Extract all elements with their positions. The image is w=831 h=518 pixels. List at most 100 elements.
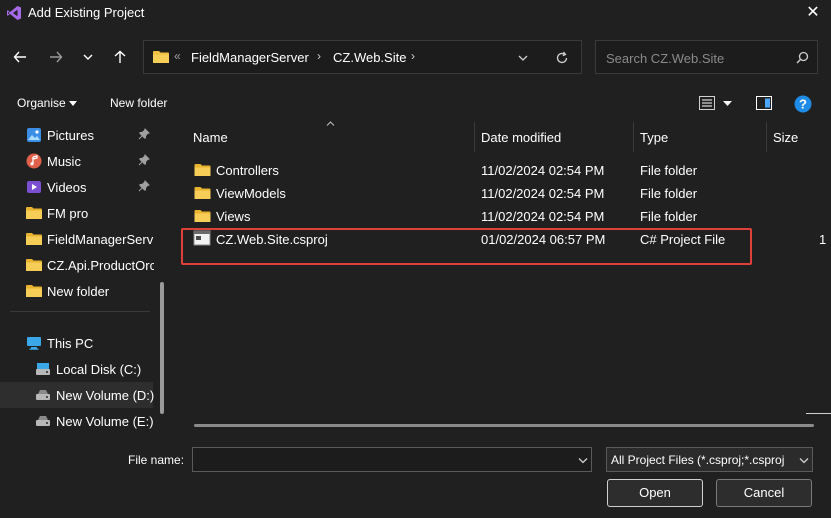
sidebar-item-label: New Volume (E:) bbox=[56, 414, 154, 429]
folder-icon bbox=[26, 207, 42, 219]
chevron-down-icon bbox=[799, 458, 809, 464]
chevron-down-icon[interactable] bbox=[518, 54, 528, 62]
file-type: File folder bbox=[640, 163, 698, 178]
navigation-pane: Pictures Music Videos FM pro FieldManage… bbox=[0, 122, 167, 434]
file-type: File folder bbox=[640, 209, 698, 224]
open-button[interactable]: Open bbox=[607, 479, 703, 507]
folder-icon bbox=[194, 210, 211, 222]
sidebar-item-this-pc[interactable]: This PC bbox=[0, 330, 160, 356]
drive-icon bbox=[36, 416, 50, 426]
up-button[interactable] bbox=[107, 44, 133, 70]
file-date: 11/02/2024 02:54 PM bbox=[481, 209, 605, 224]
divider bbox=[10, 311, 150, 312]
file-size: 1 bbox=[819, 232, 827, 247]
file-type: File folder bbox=[640, 186, 698, 201]
search-box[interactable]: Search CZ.Web.Site bbox=[595, 40, 818, 74]
refresh-icon[interactable] bbox=[555, 51, 569, 65]
file-type-filter-select[interactable]: All Project Files (*.csproj;*.csproj bbox=[606, 447, 813, 472]
file-row-viewmodels[interactable]: ViewModels 11/02/2024 02:54 PM File fold… bbox=[190, 182, 810, 205]
organise-button[interactable]: Organise bbox=[17, 96, 66, 110]
chevron-right-icon[interactable]: › bbox=[411, 49, 415, 63]
arrow-right-icon bbox=[50, 51, 63, 63]
search-input[interactable]: Search CZ.Web.Site bbox=[606, 51, 724, 66]
file-name-label: File name: bbox=[128, 453, 185, 467]
address-bar[interactable]: « FieldManagerServer › CZ.Web.Site › bbox=[143, 40, 582, 74]
preview-pane-icon[interactable] bbox=[756, 96, 772, 110]
drive-icon bbox=[36, 363, 50, 375]
sidebar-item-music[interactable]: Music bbox=[0, 148, 160, 174]
search-icon bbox=[796, 51, 809, 64]
pin-icon[interactable] bbox=[138, 128, 150, 140]
sidebar-item-label: FM pro bbox=[47, 206, 89, 221]
folder-icon bbox=[194, 187, 211, 199]
sidebar-item-fm-pro[interactable]: FM pro bbox=[0, 200, 160, 226]
sidebar-item-label: CZ.Api.ProductOrc bbox=[47, 258, 154, 273]
chevron-down-icon bbox=[83, 54, 93, 60]
column-separator[interactable] bbox=[766, 122, 767, 152]
column-header-name[interactable]: Name bbox=[193, 130, 228, 145]
file-name-input[interactable] bbox=[192, 447, 592, 472]
pin-icon[interactable] bbox=[138, 180, 150, 192]
caret-down-icon[interactable] bbox=[723, 101, 732, 106]
recent-locations-button[interactable] bbox=[75, 44, 101, 70]
file-name: Views bbox=[216, 209, 251, 224]
sidebar-item-label: Music bbox=[47, 154, 81, 169]
address-segment-fieldmanagerserver[interactable]: FieldManagerServer bbox=[191, 50, 309, 65]
file-row-views[interactable]: Views 11/02/2024 02:54 PM File folder bbox=[190, 205, 810, 228]
sidebar-item-new-folder[interactable]: New folder bbox=[0, 278, 160, 304]
forward-button[interactable] bbox=[43, 44, 69, 70]
chevron-down-icon[interactable] bbox=[578, 457, 588, 464]
svg-text:?: ? bbox=[799, 97, 807, 112]
back-button[interactable] bbox=[7, 44, 33, 70]
file-type-filter-value: All Project Files (*.csproj;*.csproj bbox=[611, 453, 785, 467]
visual-studio-icon bbox=[7, 6, 21, 20]
sidebar-item-new-volume-e[interactable]: New Volume (E:) bbox=[0, 408, 160, 434]
sidebar-item-label: FieldManagerServ bbox=[47, 232, 154, 247]
folder-icon bbox=[26, 259, 42, 271]
annotation-highlight-box bbox=[181, 228, 752, 265]
sidebar-item-cz-api-productorc[interactable]: CZ.Api.ProductOrc bbox=[0, 252, 160, 278]
view-list-icon[interactable] bbox=[699, 96, 715, 110]
address-overflow-icon[interactable]: « bbox=[174, 49, 181, 63]
folder-icon bbox=[26, 233, 42, 245]
cancel-button[interactable]: Cancel bbox=[716, 479, 812, 507]
new-folder-button[interactable]: New folder bbox=[110, 96, 167, 110]
column-separator[interactable] bbox=[474, 122, 475, 152]
title-bar: Add Existing Project ✕ bbox=[0, 0, 831, 26]
drive-icon bbox=[36, 390, 50, 400]
window-title: Add Existing Project bbox=[28, 5, 145, 20]
videos-icon bbox=[27, 181, 41, 193]
sidebar-item-fieldmanagerserv[interactable]: FieldManagerServ bbox=[0, 226, 160, 252]
sort-ascending-icon bbox=[326, 121, 335, 126]
sidebar-item-label: Pictures bbox=[47, 128, 94, 143]
sidebar-scrollbar[interactable] bbox=[160, 282, 164, 414]
file-date: 11/02/2024 02:54 PM bbox=[481, 186, 605, 201]
column-header-date-modified[interactable]: Date modified bbox=[481, 130, 561, 145]
sidebar-item-videos[interactable]: Videos bbox=[0, 174, 160, 200]
folder-icon bbox=[194, 164, 211, 176]
help-icon[interactable]: ? bbox=[794, 95, 812, 113]
file-row-controllers[interactable]: Controllers 11/02/2024 02:54 PM File fol… bbox=[190, 159, 810, 182]
sidebar-item-label: New Volume (D:) bbox=[56, 388, 155, 403]
sidebar-item-label: This PC bbox=[47, 336, 94, 351]
sidebar-item-local-disk-c[interactable]: Local Disk (C:) bbox=[0, 356, 160, 382]
file-date: 11/02/2024 02:54 PM bbox=[481, 163, 605, 178]
sidebar-item-new-volume-d[interactable]: New Volume (D:) bbox=[0, 382, 155, 408]
pictures-icon bbox=[27, 128, 41, 142]
folder-icon bbox=[26, 285, 42, 297]
monitor-icon bbox=[27, 337, 41, 350]
column-header-type[interactable]: Type bbox=[640, 130, 668, 145]
caret-down-icon bbox=[69, 101, 77, 106]
sidebar-item-label: Local Disk (C:) bbox=[56, 362, 142, 377]
close-button[interactable]: ✕ bbox=[800, 2, 826, 24]
horizontal-scrollbar[interactable] bbox=[194, 424, 814, 427]
sidebar-item-label: New folder bbox=[47, 284, 110, 299]
column-separator[interactable] bbox=[633, 122, 634, 152]
sidebar-item-pictures[interactable]: Pictures bbox=[0, 122, 160, 148]
address-segment-cz-web-site[interactable]: CZ.Web.Site bbox=[333, 50, 406, 65]
pin-icon[interactable] bbox=[138, 154, 150, 166]
file-name: ViewModels bbox=[216, 186, 286, 201]
chevron-right-icon[interactable]: › bbox=[317, 49, 321, 63]
column-header-size[interactable]: Size bbox=[773, 130, 798, 145]
arrow-left-icon bbox=[13, 51, 26, 63]
